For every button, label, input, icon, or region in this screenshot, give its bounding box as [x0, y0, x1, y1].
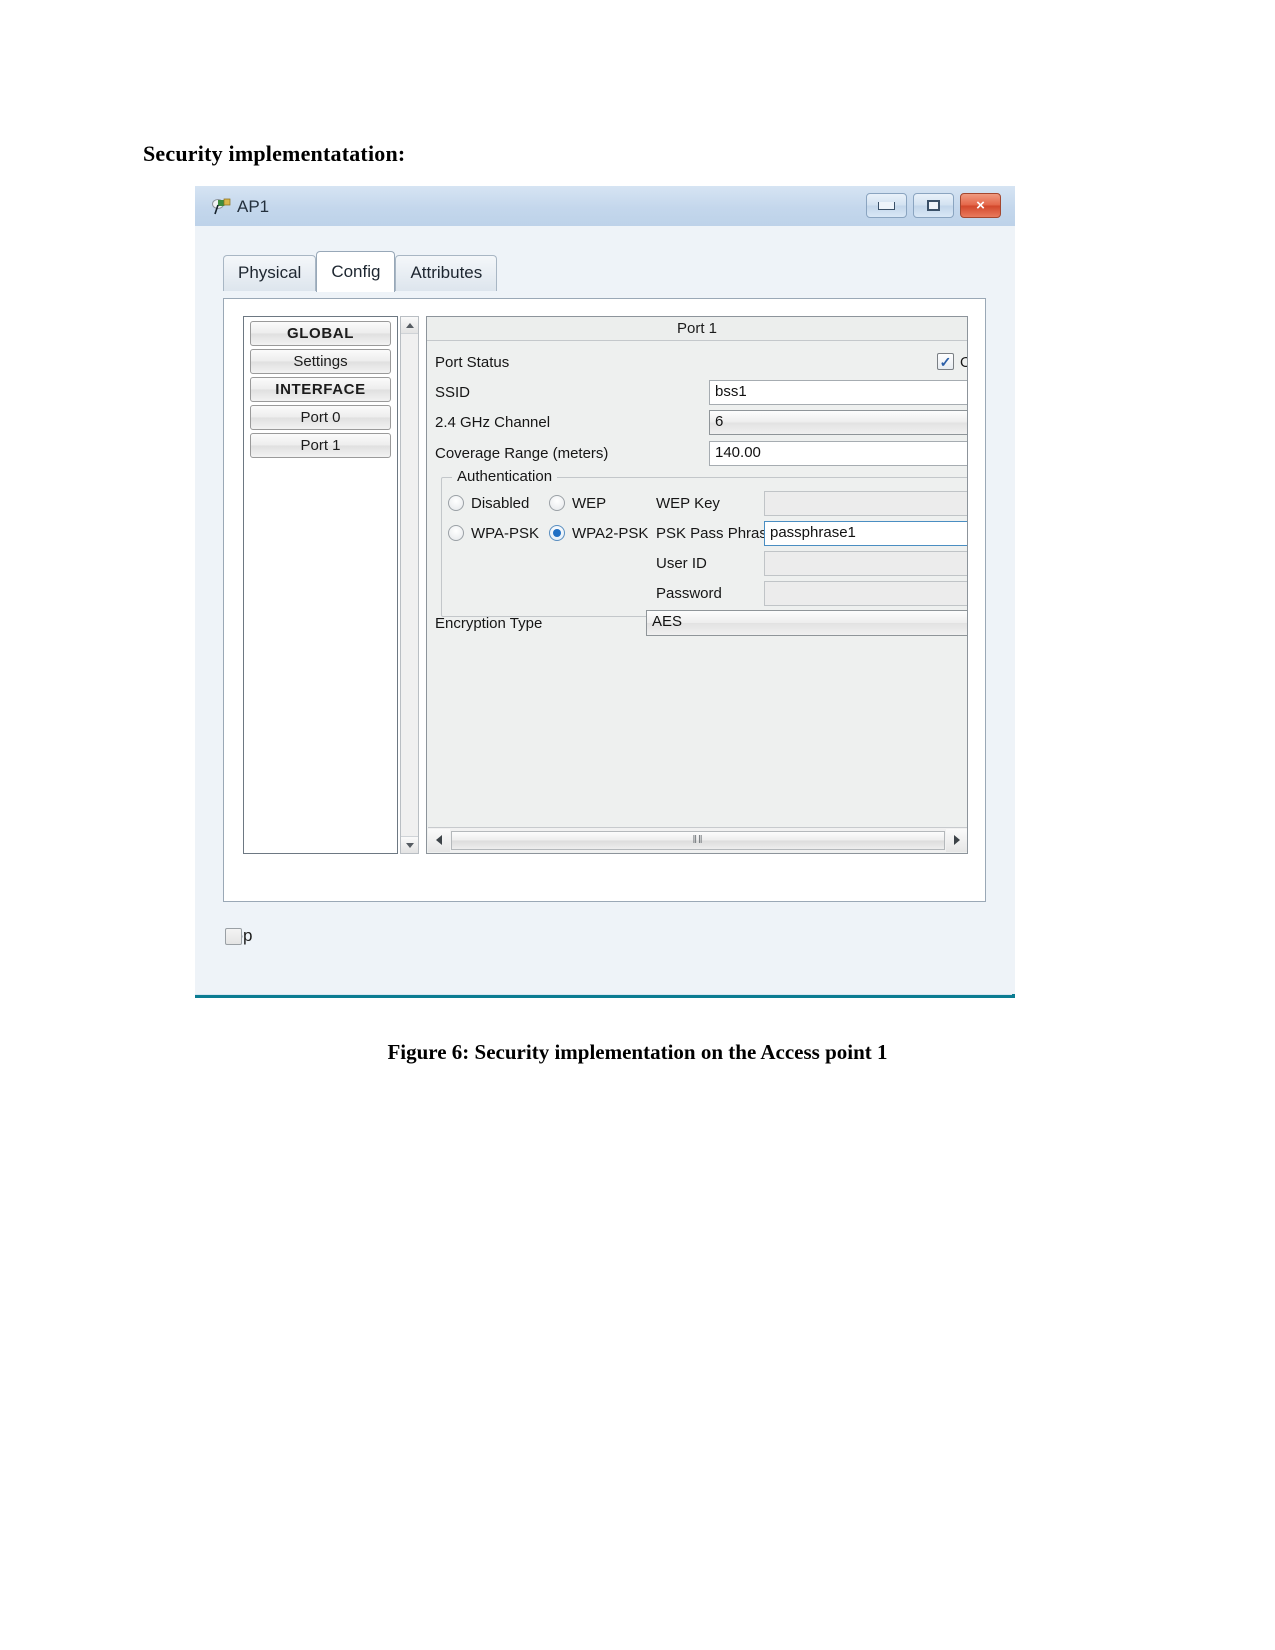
- window-titlebar[interactable]: AP1 ×: [195, 186, 1015, 227]
- config-sidebar: GLOBAL Settings INTERFACE Port 0 Port 1: [243, 316, 398, 854]
- psk-pass-phrase-label: PSK Pass Phrase: [656, 525, 776, 542]
- port-status-value-label: On: [960, 354, 967, 371]
- channel-value: 6: [715, 413, 724, 430]
- scroll-right-button[interactable]: [946, 828, 967, 852]
- tab-physical[interactable]: Physical: [223, 255, 317, 291]
- port-settings-form: Port 1 Port Status ✓ On SSID bss1 2.4 GH…: [426, 316, 968, 854]
- coverage-label: Coverage Range (meters): [435, 445, 609, 462]
- wep-key-input[interactable]: [764, 491, 967, 516]
- coverage-value: 140.00: [715, 444, 761, 461]
- left-arrow-icon: [436, 835, 442, 845]
- config-panel: GLOBAL Settings INTERFACE Port 0 Port 1: [223, 298, 986, 902]
- radio-wpa-psk-label: WPA-PSK: [471, 525, 540, 542]
- radio-wpa-psk[interactable]: [448, 525, 464, 541]
- top-checkbox[interactable]: [225, 927, 242, 945]
- horizontal-scroll-thumb[interactable]: ‖‖: [451, 830, 945, 850]
- channel-combobox[interactable]: 6: [709, 410, 967, 435]
- minimize-icon: [878, 201, 895, 210]
- ssid-label: SSID: [435, 384, 471, 401]
- scroll-left-button[interactable]: [428, 828, 450, 852]
- tab-config[interactable]: Config: [316, 251, 396, 292]
- user-id-label: User ID: [656, 555, 707, 572]
- minimize-button[interactable]: [866, 193, 907, 218]
- encryption-type-value: AES: [652, 613, 683, 630]
- authentication-legend: Authentication: [452, 468, 558, 485]
- wep-key-label: WEP Key: [656, 495, 720, 512]
- window-body: Physical Config Attributes GLOBAL Settin…: [195, 226, 1015, 994]
- coverage-input[interactable]: 140.00: [709, 441, 967, 466]
- close-icon: ×: [976, 197, 985, 214]
- tab-bar: Physical Config Attributes: [223, 251, 498, 292]
- password-input[interactable]: [764, 581, 967, 606]
- radio-wpa2-psk-label: WPA2-PSK: [572, 525, 649, 542]
- page-title: Security implementatation:: [143, 141, 406, 166]
- radio-wpa2-psk[interactable]: [549, 525, 565, 541]
- sidebar-item-interface[interactable]: INTERFACE: [250, 377, 391, 402]
- radio-wep[interactable]: [549, 495, 565, 511]
- port-status-checkbox[interactable]: ✓: [937, 353, 954, 370]
- sidebar-vertical-scrollbar[interactable]: [400, 316, 419, 854]
- radio-disabled-label: Disabled: [471, 495, 530, 512]
- radio-wep-label: WEP: [572, 495, 607, 512]
- psk-pass-phrase-input[interactable]: passphrase1: [764, 521, 967, 546]
- maximize-button[interactable]: [913, 193, 954, 218]
- scroll-up-button[interactable]: [401, 317, 418, 334]
- channel-label: 2.4 GHz Channel: [435, 414, 551, 431]
- port-status-label: Port Status: [435, 354, 510, 371]
- right-arrow-icon: [954, 835, 960, 845]
- window-title: AP1: [237, 197, 270, 216]
- top-checkbox-row[interactable]: Top: [225, 926, 252, 946]
- user-id-input[interactable]: [764, 551, 967, 576]
- port-title: Port 1: [427, 317, 967, 341]
- check-icon: ✓: [939, 353, 952, 370]
- form-horizontal-scrollbar[interactable]: ‖‖: [428, 827, 967, 852]
- close-button[interactable]: ×: [960, 193, 1001, 218]
- screenshot-region: AP1 × Physical Config Attributes GLOBAL …: [195, 186, 1015, 998]
- ap1-config-window: AP1 × Physical Config Attributes GLOBAL …: [195, 186, 1015, 994]
- figure-caption: Figure 6: Security implementation on the…: [387, 1040, 888, 1064]
- password-label: Password: [656, 585, 722, 602]
- up-arrow-icon: [405, 322, 414, 328]
- radio-disabled[interactable]: [448, 495, 464, 511]
- down-arrow-icon: [405, 842, 414, 848]
- sidebar-item-port-0[interactable]: Port 0: [250, 405, 391, 430]
- scroll-down-button[interactable]: [401, 836, 418, 853]
- tab-attributes[interactable]: Attributes: [395, 255, 498, 291]
- access-point-icon: [212, 197, 232, 216]
- sidebar-item-settings[interactable]: Settings: [250, 349, 391, 374]
- sidebar-item-global[interactable]: GLOBAL: [250, 321, 391, 346]
- sidebar-item-port-1[interactable]: Port 1: [250, 433, 391, 458]
- encryption-type-label: Encryption Type: [435, 615, 543, 632]
- ssid-input[interactable]: bss1: [709, 380, 967, 405]
- encryption-type-combobox[interactable]: AES: [646, 610, 967, 636]
- maximize-icon: [927, 200, 940, 211]
- window-controls: ×: [866, 193, 1001, 218]
- document-page: Security implementatation: AP1 × Physica…: [0, 0, 1275, 1650]
